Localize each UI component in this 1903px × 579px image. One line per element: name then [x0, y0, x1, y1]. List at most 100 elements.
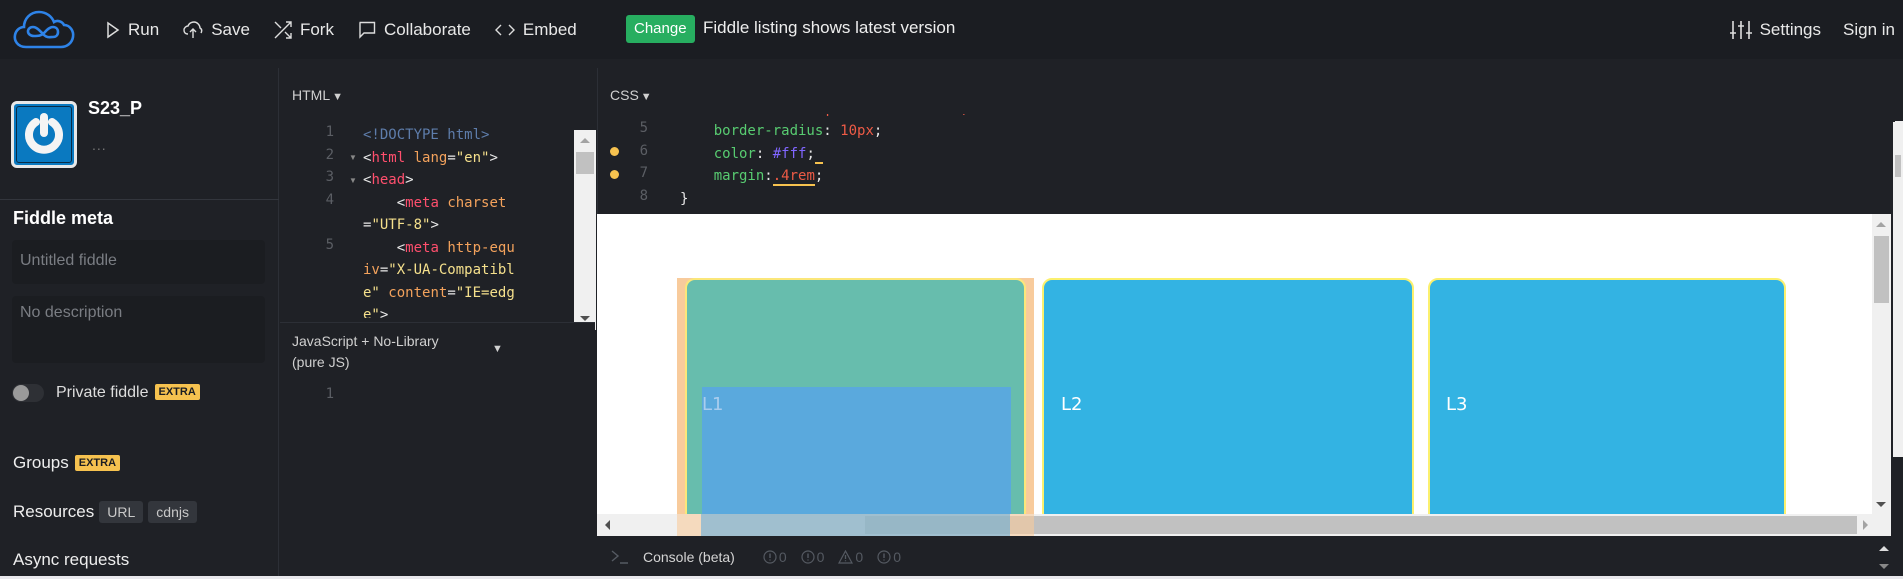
html-panel-header[interactable]: HTML ▼ — [292, 87, 343, 103]
css-code-area[interactable]: border: 2px solid #fff45c; 5 6 7 8 borde… — [598, 114, 1888, 214]
caret-down-icon[interactable]: ▼ — [492, 343, 503, 355]
html-code-area[interactable]: 1 2 3 4 5 ▼ ▼ <!DOCTYPE html> <html lang… — [280, 124, 575, 318]
right-nav: Settings Sign in — [1729, 0, 1903, 59]
html-scrollbar[interactable] — [574, 130, 596, 330]
save-button[interactable]: Save — [183, 20, 250, 40]
fiddle-title-input[interactable]: Untitled fiddle — [12, 240, 265, 284]
js-label-line2: (pure JS) — [292, 354, 350, 370]
scroll-left-icon[interactable] — [605, 520, 610, 530]
scroll-down-icon[interactable] — [1879, 564, 1889, 569]
caret-down-icon: ▼ — [640, 91, 652, 103]
fiddle-meta-title: Fiddle meta — [13, 208, 114, 228]
settings-label: Settings — [1759, 19, 1822, 39]
line-number: 5 — [325, 236, 334, 253]
warning-icon — [838, 550, 854, 564]
scroll-up-icon[interactable] — [1876, 222, 1886, 227]
box-label: L3 — [1446, 394, 1468, 415]
box-label: L1 — [702, 394, 724, 415]
js-panel-header[interactable]: JavaScript + No-Library (pure JS) — [292, 331, 439, 373]
scroll-right-icon[interactable] — [1863, 520, 1868, 530]
info-circle-icon — [801, 550, 815, 564]
sidebar: S23_P ... Fiddle meta Untitled fiddle No… — [0, 68, 279, 579]
box-label: L2 — [1061, 394, 1083, 415]
avatar[interactable] — [11, 101, 77, 168]
main-nav: Run Save Fork Collaborate Embed — [106, 0, 601, 59]
info-count: 0 — [801, 549, 824, 565]
console-scrollbar[interactable] — [1877, 538, 1891, 576]
result-hscrollbar[interactable] — [597, 514, 1891, 536]
groups-section[interactable]: Groups EXTRA — [13, 453, 121, 473]
upload-cloud-icon — [183, 20, 203, 38]
warning-count: 0 — [838, 549, 863, 565]
fork-button[interactable]: Fork — [274, 20, 334, 40]
change-button[interactable]: Change — [626, 15, 695, 43]
scroll-down-icon[interactable] — [1876, 502, 1886, 507]
sliders-icon — [1729, 20, 1752, 39]
code-icon — [494, 24, 515, 35]
line-number: 4 — [325, 191, 334, 208]
css-panel-header[interactable]: CSS ▼ — [610, 87, 652, 103]
info-circle-icon — [877, 550, 891, 564]
js-code-area[interactable] — [360, 383, 580, 563]
username[interactable]: S23_P — [88, 98, 142, 119]
more-options[interactable]: ... — [92, 137, 107, 153]
html-editor-panel: HTML ▼ 1 2 3 4 5 ▼ ▼ <!DOCTYPE html> <htm… — [280, 68, 596, 330]
line-number: 2 — [325, 146, 334, 163]
result-box-l2[interactable]: L2 — [1042, 278, 1414, 536]
cdnjs-resource-button[interactable]: cdnjs — [148, 501, 197, 523]
line-number: 1 — [325, 386, 334, 402]
scroll-up-icon[interactable] — [1879, 546, 1889, 551]
save-label: Save — [211, 19, 250, 39]
result-box-l3[interactable]: L3 — [1428, 278, 1786, 536]
modified-dot-icon — [610, 170, 619, 179]
info-circle-icon — [763, 550, 777, 564]
private-fiddle-label: Private fiddle EXTRA — [56, 384, 200, 402]
html-code: <!DOCTYPE html> <html lang="en"> <head> … — [363, 127, 515, 318]
scroll-up-icon[interactable] — [580, 138, 590, 143]
async-requests-section[interactable]: Async requests — [13, 550, 129, 570]
chat-icon — [359, 21, 376, 39]
page-vscrollbar[interactable] — [1893, 122, 1903, 457]
groups-label: Groups — [13, 453, 69, 472]
resources-section: Resources URL cdnjs — [13, 501, 197, 523]
jsfiddle-logo-icon[interactable] — [12, 7, 76, 51]
fold-arrow-icon[interactable]: ▼ — [349, 176, 357, 185]
scroll-thumb[interactable] — [1895, 155, 1901, 177]
scroll-thumb[interactable] — [576, 152, 594, 174]
collaborate-button[interactable]: Collaborate — [358, 20, 471, 40]
fold-arrow-icon[interactable]: ▼ — [349, 153, 357, 162]
collaborate-label: Collaborate — [383, 19, 471, 39]
js-label-line1: JavaScript + No-Library — [292, 333, 439, 349]
run-label: Run — [128, 19, 160, 39]
result-vscrollbar[interactable] — [1872, 214, 1891, 514]
resources-label[interactable]: Resources — [13, 502, 94, 522]
url-resource-button[interactable]: URL — [99, 501, 144, 523]
run-button[interactable]: Run — [106, 20, 159, 40]
power-icon — [25, 113, 63, 154]
scroll-down-icon[interactable] — [580, 316, 590, 321]
log-count: 0 — [877, 549, 901, 565]
settings-button[interactable]: Settings — [1729, 19, 1822, 40]
extra-badge: EXTRA — [74, 455, 121, 471]
result-box-l1[interactable]: L1 — [685, 278, 1026, 536]
terminal-icon — [611, 550, 628, 564]
change-message: Fiddle listing shows latest version — [703, 18, 956, 37]
css-label: CSS — [610, 87, 639, 103]
sign-in-link[interactable]: Sign in — [1843, 20, 1895, 40]
top-bar: Run Save Fork Collaborate Embed Change F… — [0, 0, 1903, 59]
console-bar[interactable]: Console (beta) 0 0 0 0 — [597, 538, 1877, 576]
private-fiddle-toggle[interactable] — [12, 384, 44, 402]
line-number: 8 — [639, 187, 648, 204]
divider — [0, 199, 279, 200]
play-icon — [107, 21, 120, 38]
embed-label: Embed — [522, 19, 577, 39]
l1-content-overlay-on-scroll — [701, 514, 1010, 536]
fiddle-description-input[interactable]: No description — [12, 296, 265, 363]
embed-button[interactable]: Embed — [494, 19, 577, 40]
sign-in-label: Sign in — [1843, 19, 1895, 39]
scroll-thumb[interactable] — [1874, 236, 1889, 303]
caret-down-icon: ▼ — [332, 91, 344, 103]
html-label: HTML — [292, 87, 331, 103]
line-number: 7 — [639, 165, 648, 181]
extra-badge: EXTRA — [154, 384, 200, 400]
